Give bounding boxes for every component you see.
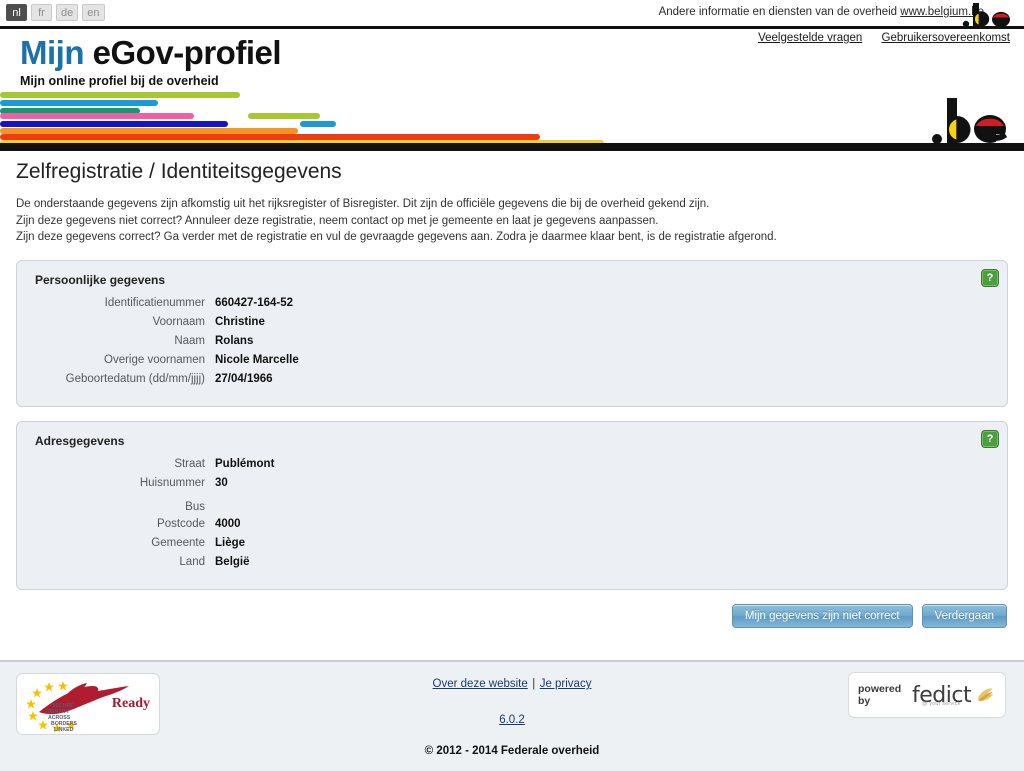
lang-button-en[interactable]: en	[82, 4, 105, 21]
field-value-municipality: Liège	[215, 537, 246, 550]
about-website-link[interactable]: Over deze website	[433, 678, 528, 690]
intro-text: De onderstaande gegevens zijn afkomstig …	[16, 196, 1024, 246]
field-row: Voornaam Christine	[29, 316, 995, 330]
personal-panel-title: Persoonlijke gegevens	[35, 273, 166, 288]
user-agreement-link[interactable]: Gebruikersovereenkomst	[882, 32, 1010, 44]
field-value-street: Publémont	[215, 458, 275, 471]
stripe-5	[0, 121, 228, 127]
address-panel-title: Adresgegevens	[35, 434, 125, 449]
footer-copyright: © 2012 - 2014 Federale overheid	[424, 745, 600, 757]
footer: SECURE IDENTITY ACROSS BORDERS LINKED Re…	[0, 662, 1024, 771]
page-root: nl fr de en Andere informatie en dienste…	[0, 0, 1024, 771]
field-value-last-name: Rolans	[215, 335, 254, 348]
field-label-house-number: Huisnummer	[139, 477, 205, 490]
personal-data-panel: ? Persoonlijke gegevens Identificatienum…	[16, 260, 1008, 408]
field-value-postal-code: 4000	[215, 518, 241, 531]
help-icon[interactable]: ?	[981, 430, 999, 449]
intro-line-1: De onderstaande gegevens zijn afkomstig …	[16, 198, 710, 210]
privacy-link[interactable]: Je privacy	[540, 678, 592, 690]
field-row: Land België	[29, 556, 995, 570]
field-value-house-number: 30	[215, 477, 228, 490]
field-label-identification-number: Identificatienummer	[104, 297, 205, 310]
version-link[interactable]: 6.0.2	[499, 714, 525, 726]
field-row: Geboortedatum (dd/mm/jjjj) 27/04/1966	[29, 373, 995, 387]
stripe-3	[0, 113, 194, 119]
field-row: Gemeente Liège	[29, 537, 995, 551]
black-bar	[0, 143, 1024, 151]
field-label-municipality: Gemeente	[151, 537, 205, 550]
government-info-text: Andere informatie en diensten van de ove…	[658, 6, 898, 18]
brand-title-accent: Mijn	[20, 34, 84, 71]
intro-line-3: Zijn deze gegevens correct? Ga verder me…	[16, 231, 777, 244]
header-divider	[0, 26, 1024, 29]
field-row: Naam Rolans	[29, 335, 995, 349]
field-value-identification-number: 660427-164-52	[215, 297, 294, 310]
field-value-first-name: Christine	[215, 316, 265, 329]
field-label-last-name: Naam	[174, 335, 205, 348]
stripe-6	[300, 121, 336, 127]
data-incorrect-button[interactable]: Mijn gegevens zijn niet correct	[731, 604, 913, 629]
government-info-line: Andere informatie en diensten van de ove…	[659, 6, 984, 18]
field-value-country: België	[215, 556, 250, 569]
intro-line-2: Zijn deze gegevens niet correct? Annulee…	[16, 214, 659, 227]
field-value-other-first-names: Nicole Marcelle	[215, 354, 299, 367]
continue-button[interactable]: Verdergaan	[921, 604, 1007, 629]
action-buttons: Mijn gegevens zijn niet correct Verderga…	[0, 604, 1007, 629]
fedict-swirl-icon	[978, 688, 994, 702]
field-row: Straat Publémont	[29, 458, 995, 472]
field-value-birth-date: 27/04/1966	[215, 373, 273, 386]
field-label-first-name: Voornaam	[152, 316, 205, 329]
field-label-postal-code: Postcode	[157, 518, 205, 531]
language-selector[interactable]: nl fr de en	[6, 4, 105, 21]
help-icon[interactable]: ?	[981, 269, 999, 288]
field-label-birth-date: Geboortedatum (dd/mm/jjjj)	[65, 373, 205, 386]
top-bar: nl fr de en Andere informatie en dienste…	[0, 0, 1024, 28]
field-label-street: Straat	[174, 458, 205, 471]
main-content: Zelfregistratie / Identiteitsgegevens De…	[0, 160, 1024, 629]
field-row: Bus	[29, 496, 995, 513]
lang-button-de[interactable]: de	[56, 4, 79, 21]
stripe-4	[248, 113, 320, 119]
brand-title: Mijn eGov-profiel	[20, 34, 282, 71]
faq-link[interactable]: Veelgestelde vragen	[758, 32, 862, 44]
field-row: Overige voornamen Nicole Marcelle	[29, 354, 995, 368]
stripe-0	[0, 92, 240, 98]
brand-block: Mijn eGov-profiel Mijn online profiel bi…	[20, 34, 282, 88]
field-label-box: Bus	[185, 501, 205, 514]
stripe-1	[0, 100, 158, 106]
decorative-stripes	[0, 92, 1024, 148]
fedict-tagline: @ your service	[922, 701, 961, 707]
field-row: Identificatienummer 660427-164-52	[29, 297, 995, 311]
secondary-nav: Veelgestelde vragen Gebruikersovereenkom…	[742, 32, 1010, 44]
field-label-country: Land	[179, 556, 205, 569]
fedict-logo: powered by fedict @ your service	[848, 672, 1006, 718]
brand-subtitle: Mijn online profiel bij de overheid	[20, 73, 219, 88]
address-data-panel: ? Adresgegevens Straat Publémont Huisnum…	[16, 421, 1008, 591]
lang-button-fr[interactable]: fr	[31, 4, 52, 21]
fedict-powered-by-label: powered by	[858, 683, 902, 707]
lang-button-nl[interactable]: nl	[6, 4, 27, 21]
brand-title-rest: eGov-profiel	[92, 34, 282, 71]
field-row: Postcode 4000	[29, 518, 995, 532]
field-label-other-first-names: Overige voornamen	[104, 354, 205, 367]
page-title: Zelfregistratie / Identiteitsgegevens	[16, 160, 342, 183]
footer-link-separator: |	[532, 678, 536, 690]
field-row: Huisnummer 30	[29, 477, 995, 491]
